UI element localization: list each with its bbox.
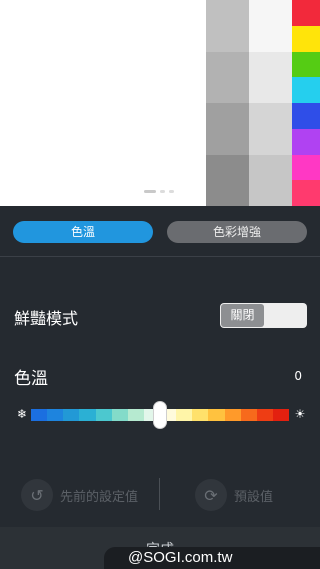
color-swatch-column [292,0,320,206]
gray-swatch [249,0,292,52]
toggle-state-label: 關閉 [221,304,264,327]
gray-swatch [249,154,292,206]
gray-swatch [249,51,292,103]
color-swatch [292,103,320,129]
previous-settings-label: 先前的設定值 [60,489,139,505]
page-dot-active [144,190,156,193]
gray-swatch-column-left [206,0,249,206]
color-swatch [292,154,320,181]
color-swatch [292,77,320,103]
color-swatch [292,128,320,155]
color-swatch [292,180,320,206]
tab-color-temperature[interactable]: 色溫 [13,221,153,243]
gray-swatch [249,103,292,155]
gradient-segment [95,409,112,421]
vivid-mode-toggle[interactable]: 關閉 [220,303,307,328]
gradient-segment [224,409,241,421]
action-separator [159,478,160,510]
sun-icon: ☀ [294,407,306,421]
gradient-segment [111,409,128,421]
slider-thumb[interactable] [153,401,167,429]
tab-color-enhance[interactable]: 色彩增強 [167,221,307,243]
page-dot [169,190,174,193]
gradient-segment [63,409,80,421]
gray-swatch [206,154,249,206]
gradient-segment [31,409,48,421]
gradient-segment [240,409,257,421]
gradient-segment [208,409,225,421]
gradient-segment [127,409,144,421]
gradient-segment [256,409,273,421]
color-swatch [292,51,320,78]
display-settings-screen: 色溫 色彩增強 鮮豔模式 關閉 色溫 0 ❄ ☀ ↺ 先前的設定值 ⟳ 預設值 … [0,0,320,569]
snowflake-icon: ❄ [16,407,28,421]
gray-swatch-column-right [249,0,292,206]
color-preview-panel [0,0,320,206]
preset-actions: ↺ 先前的設定值 ⟳ 預設值 [0,476,320,514]
color-temperature-value: 0 [294,369,302,383]
color-swatch [292,0,320,26]
page-dot [160,190,165,193]
undo-icon: ↺ [21,479,53,511]
gradient-segment [272,409,289,421]
page-indicator [144,190,174,193]
gradient-segment [47,409,64,421]
vivid-mode-label: 鮮豔模式 [14,309,79,328]
gray-swatch [206,51,249,103]
color-temperature-slider[interactable]: ❄ ☀ [14,401,307,429]
color-temperature-label: 色溫 [14,369,48,389]
reset-icon: ⟳ [195,479,227,511]
default-settings-button[interactable]: ⟳ 預設值 [195,476,273,514]
color-swatch [292,25,320,52]
gradient-segment [192,409,209,421]
default-settings-label: 預設值 [234,489,274,505]
previous-settings-button[interactable]: ↺ 先前的設定值 [21,476,138,514]
gray-swatch [206,103,249,155]
gradient-segment [176,409,193,421]
divider [0,256,320,257]
settings-tabs: 色溫 色彩增強 [13,221,307,243]
gradient-segment [79,409,96,421]
watermark: @SOGI.com.tw [104,547,320,569]
gray-swatch [206,0,249,52]
